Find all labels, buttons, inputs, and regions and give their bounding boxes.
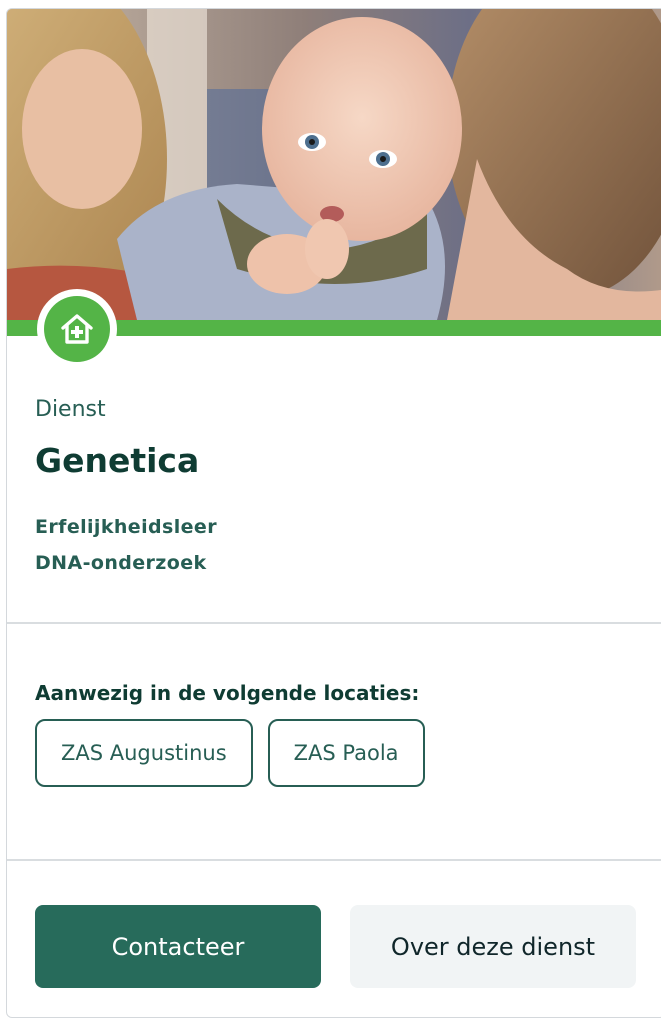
service-card: Dienst Genetica Erfelijkheidsleer DNA-on… [6,8,661,1018]
service-category-label: Dienst [35,397,106,422]
location-chips: ZAS Augustinus ZAS Paola [35,719,425,787]
service-hero-image [7,9,661,320]
location-chip-paola[interactable]: ZAS Paola [267,719,425,787]
location-chip-augustinus[interactable]: ZAS Augustinus [35,719,253,787]
hospital-house-icon [61,314,93,344]
contact-button[interactable]: Contacteer [35,905,321,988]
subtopic-item: DNA-onderzoek [35,552,207,574]
service-title: Genetica [35,441,200,480]
about-service-button[interactable]: Over deze dienst [350,905,636,988]
service-subtopics: Erfelijkheidsleer DNA-onderzoek [35,515,217,587]
section-divider [7,859,661,861]
section-divider [7,622,661,624]
locations-heading: Aanwezig in de volgende locaties: [35,681,420,705]
service-icon-badge [37,289,117,369]
subtopic-item: Erfelijkheidsleer [35,516,217,538]
